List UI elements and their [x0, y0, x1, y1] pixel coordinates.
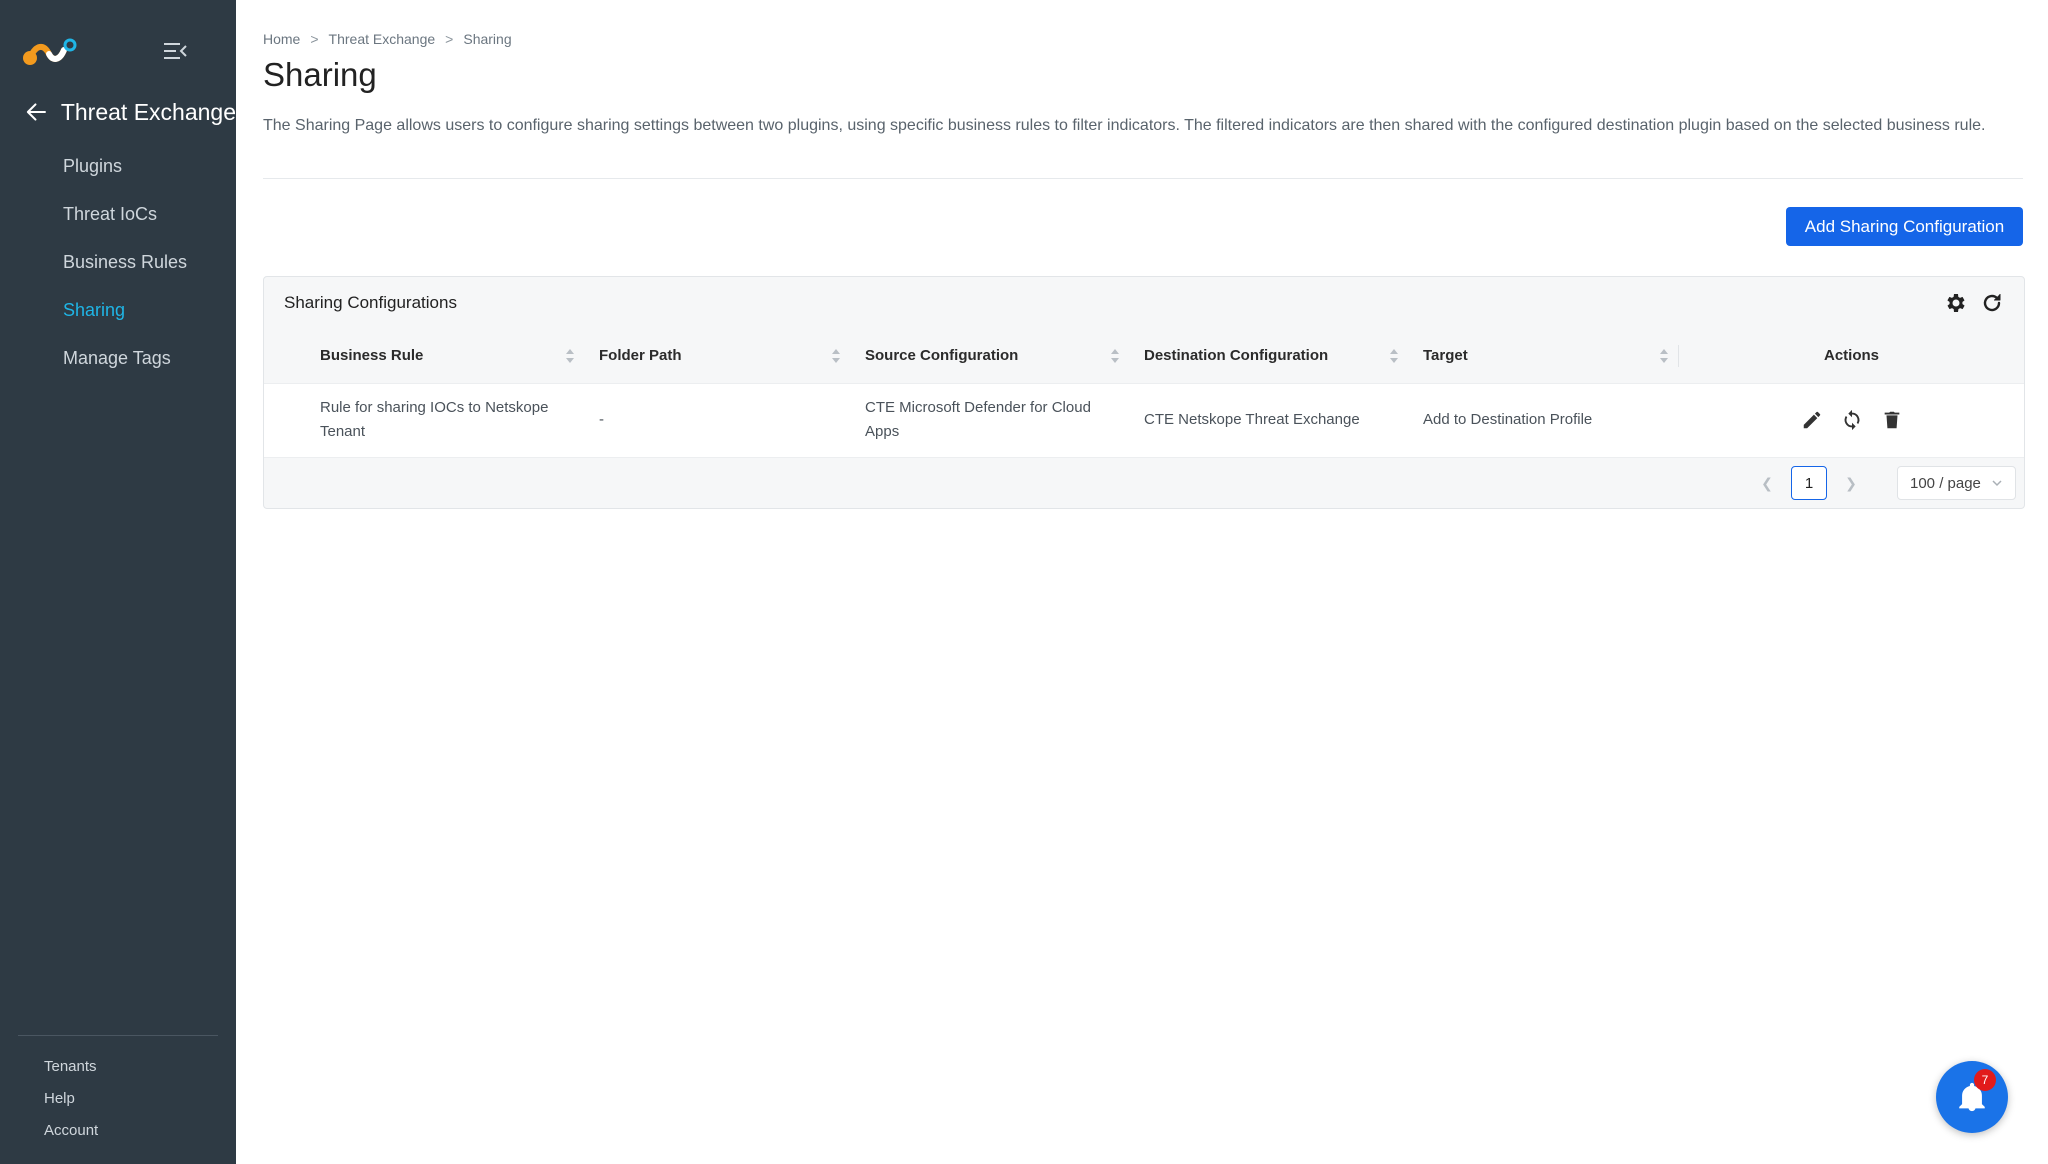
sidebar-item-sharing[interactable]: Sharing: [0, 286, 236, 334]
sort-icon[interactable]: [1389, 348, 1399, 364]
sort-icon[interactable]: [1110, 348, 1120, 364]
column-label: Target: [1423, 347, 1468, 365]
column-header-destination-configuration[interactable]: Destination Configuration: [1130, 329, 1409, 384]
breadcrumb-separator: >: [445, 31, 454, 47]
card-tools: [1944, 291, 2004, 315]
sidebar-item-tenants[interactable]: Tenants: [44, 1050, 98, 1082]
page-size-select[interactable]: 100 / page: [1897, 466, 2016, 500]
notification-count-badge: 7: [1974, 1069, 1996, 1091]
column-label: Source Configuration: [865, 347, 1019, 365]
refresh-icon[interactable]: [1980, 291, 2004, 315]
column-header-actions: Actions: [1679, 329, 2024, 384]
cell-business-rule: Rule for sharing IOCs to Netskope Tenant: [306, 383, 585, 458]
column-header-source-configuration[interactable]: Source Configuration: [851, 329, 1130, 384]
add-sharing-configuration-button[interactable]: Add Sharing Configuration: [1786, 207, 2023, 246]
page-description: The Sharing Page allows users to configu…: [263, 117, 1986, 134]
chevron-down-icon: [1992, 480, 2002, 487]
chevron-left-icon[interactable]: ❮: [1757, 473, 1777, 493]
breadcrumb-sharing: Sharing: [463, 31, 512, 47]
arrow-left-icon: [26, 103, 46, 121]
table-header-row: Business Rule Folder Path Source Configu…: [264, 329, 2024, 384]
gear-icon[interactable]: [1944, 291, 1968, 315]
column-label: Actions: [1823, 347, 1879, 365]
cell-folder-path: -: [585, 383, 851, 458]
sidebar-nav: Plugins Threat IoCs Business Rules Shari…: [0, 142, 236, 382]
page-size-value: 100 / page: [1910, 474, 1981, 492]
pagination: ❮ 1 ❯ 100 / page: [1757, 466, 2016, 500]
breadcrumb-separator: >: [310, 31, 319, 47]
sort-icon[interactable]: [831, 348, 841, 364]
sort-icon[interactable]: [565, 348, 575, 364]
edit-icon[interactable]: [1801, 409, 1823, 431]
cell-actions: [1679, 383, 2024, 458]
header-spacer: [264, 329, 306, 384]
table-row: Rule for sharing IOCs to Netskope Tenant…: [264, 383, 2024, 458]
section-title: Threat Exchange: [60, 98, 236, 125]
column-header-target[interactable]: Target: [1409, 329, 1679, 384]
sharing-configurations-card: Sharing Configurations Business Rule Fol…: [263, 276, 2025, 509]
column-label: Destination Configuration: [1144, 347, 1329, 365]
sharing-table: Business Rule Folder Path Source Configu…: [264, 329, 2024, 458]
sidebar-item-help[interactable]: Help: [44, 1082, 98, 1114]
chevron-right-icon[interactable]: ❯: [1841, 473, 1861, 493]
sidebar-divider: [18, 1035, 218, 1036]
sidebar-item-business-rules[interactable]: Business Rules: [0, 238, 236, 286]
card-header: Sharing Configurations: [264, 277, 2024, 329]
column-label: Folder Path: [599, 347, 682, 365]
cell-target: Add to Destination Profile: [1409, 383, 1679, 458]
sidebar-item-threat-iocs[interactable]: Threat IoCs: [0, 190, 236, 238]
sort-icon[interactable]: [1659, 348, 1669, 364]
breadcrumb-home[interactable]: Home: [263, 31, 300, 47]
row-actions: [1693, 409, 2010, 431]
breadcrumb-threat-exchange[interactable]: Threat Exchange: [329, 31, 436, 47]
column-label: Business Rule: [320, 347, 424, 365]
sidebar-item-account[interactable]: Account: [44, 1114, 98, 1146]
header-divider: [263, 178, 2023, 179]
page-number-current[interactable]: 1: [1791, 466, 1827, 500]
app: Threat Exchange Plugins Threat IoCs Busi…: [0, 0, 2048, 1164]
row-spacer: [264, 383, 306, 458]
breadcrumb: Home > Threat Exchange > Sharing: [263, 31, 512, 47]
cell-source-configuration: CTE Microsoft Defender for Cloud Apps: [851, 383, 1130, 458]
column-header-business-rule[interactable]: Business Rule: [306, 329, 585, 384]
card-title: Sharing Configurations: [284, 293, 457, 312]
sidebar: Threat Exchange Plugins Threat IoCs Busi…: [0, 0, 236, 1164]
sync-icon[interactable]: [1841, 409, 1863, 431]
sidebar-footer-nav: Tenants Help Account: [44, 1050, 98, 1146]
sidebar-item-plugins[interactable]: Plugins: [0, 142, 236, 190]
collapse-menu-icon[interactable]: [162, 40, 188, 62]
netskope-logo: [23, 38, 77, 65]
delete-icon[interactable]: [1881, 409, 1903, 431]
sidebar-item-manage-tags[interactable]: Manage Tags: [0, 334, 236, 382]
section-back-link[interactable]: Threat Exchange: [26, 94, 236, 130]
notifications-button[interactable]: 7: [1936, 1061, 2008, 1133]
cell-destination-configuration: CTE Netskope Threat Exchange: [1130, 383, 1409, 458]
column-header-folder-path[interactable]: Folder Path: [585, 329, 851, 384]
page-title: Sharing: [263, 56, 377, 93]
